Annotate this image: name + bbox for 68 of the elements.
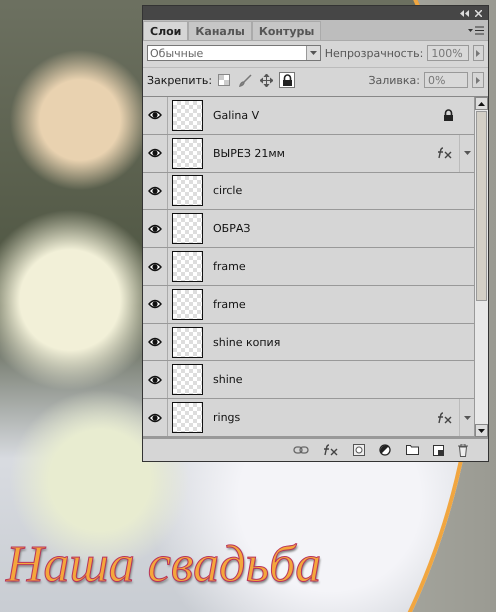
eye-icon[interactable] <box>148 299 162 310</box>
layer-row[interactable]: frame <box>143 248 474 286</box>
layer-row[interactable]: shine копия <box>143 324 474 362</box>
lock-label: Закрепить: <box>147 74 212 86</box>
layer-name: ВЫРЕЗ 21мм <box>213 146 285 160</box>
layer-name: shine <box>213 373 242 386</box>
folder-icon[interactable] <box>406 445 419 455</box>
close-icon[interactable] <box>475 10 482 16</box>
panel-tab[interactable]: Каналы <box>188 21 252 40</box>
layer-thumbnail <box>172 402 203 434</box>
layer-name: shine копия <box>213 336 280 349</box>
link-icon[interactable] <box>293 446 309 454</box>
panel-menu-icon[interactable] <box>468 26 484 34</box>
trash-icon[interactable] <box>458 444 468 456</box>
layer-name: circle <box>213 184 242 198</box>
arrow-up-icon[interactable] <box>478 102 485 106</box>
caret-icon <box>476 76 480 84</box>
eye-icon[interactable] <box>148 224 162 234</box>
layer-row[interactable]: shine <box>143 361 474 400</box>
caret-icon[interactable] <box>464 151 470 156</box>
layer-row[interactable]: Galina V <box>143 97 474 135</box>
mask-icon[interactable] <box>353 444 365 456</box>
layer-thumbnail <box>172 364 203 396</box>
canvas-caption: Наша свадьба <box>4 535 322 594</box>
layer-row[interactable]: frame <box>143 286 474 324</box>
layer-thumbnail <box>172 138 203 169</box>
collapse-icon[interactable] <box>460 10 469 16</box>
brush-icon[interactable] <box>238 74 252 86</box>
fill-stepper[interactable] <box>472 72 484 88</box>
eye-icon[interactable] <box>148 374 162 385</box>
blend-mode-dropdown[interactable]: Обычные <box>147 45 321 61</box>
layer-thumbnail <box>172 251 203 282</box>
layer-name: ОБРАЗ <box>213 222 250 236</box>
eye-icon[interactable] <box>148 412 162 423</box>
eye-icon[interactable] <box>148 186 162 196</box>
scrollbar[interactable] <box>474 97 488 437</box>
layer-name: Galina V <box>213 108 260 122</box>
layer-thumbnail <box>172 326 203 358</box>
panel-tab[interactable]: Слои <box>143 21 188 40</box>
eye-icon[interactable] <box>148 148 162 158</box>
layer-name: frame <box>213 298 246 311</box>
adjustment-icon[interactable] <box>379 444 392 456</box>
eye-icon[interactable] <box>148 337 162 348</box>
arrow-down-icon[interactable] <box>478 428 485 432</box>
layer-thumbnail <box>172 175 203 206</box>
eye-icon[interactable] <box>148 262 162 272</box>
opacity-stepper[interactable] <box>472 45 484 61</box>
fill-label: Заливка: <box>368 74 420 86</box>
layer-thumbnail <box>172 100 203 131</box>
layer-row[interactable]: ОБРАЗ <box>143 210 474 248</box>
opacity-label: Непрозрачность: <box>324 46 424 60</box>
fx-icon <box>323 444 339 456</box>
panel-tab[interactable]: Контуры <box>252 21 322 40</box>
layer-row[interactable]: circle <box>143 172 474 210</box>
layer-row[interactable]: rings <box>143 399 474 438</box>
blend-mode-value: Обычные <box>150 46 204 60</box>
move-icon[interactable] <box>260 74 273 86</box>
checker-icon[interactable] <box>218 74 230 86</box>
layer-name: frame <box>213 260 246 274</box>
layer-thumbnail <box>172 288 203 320</box>
caret-icon <box>310 51 317 55</box>
layer-row[interactable]: ВЫРЕЗ 21мм <box>143 134 474 173</box>
layer-name: rings <box>213 411 240 424</box>
caret-icon <box>476 50 480 56</box>
caret-icon[interactable] <box>464 416 470 420</box>
eye-icon[interactable] <box>148 110 162 120</box>
layer-thumbnail <box>172 213 203 244</box>
new-layer-icon[interactable] <box>433 444 444 456</box>
